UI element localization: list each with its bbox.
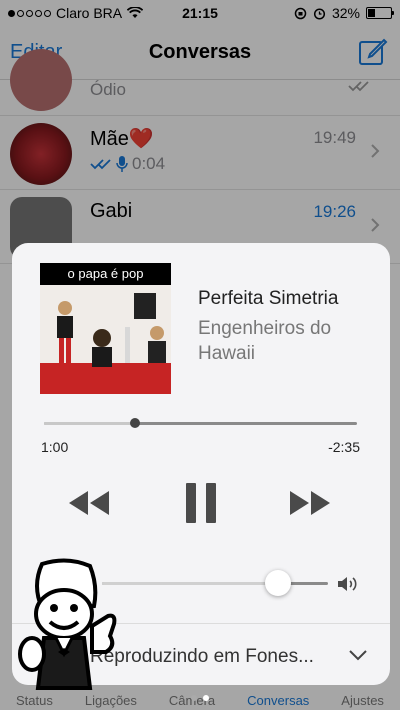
pause-icon[interactable]	[184, 483, 218, 523]
album-cover-title: o papa é pop	[67, 266, 144, 281]
audio-route-label[interactable]: Reproduzindo em Fones...	[90, 646, 314, 668]
remaining-time: -2:35	[328, 439, 360, 455]
thumbs-up-mascot-icon	[18, 558, 117, 690]
playback-scrubber[interactable]	[44, 418, 357, 428]
page-dot-active	[203, 695, 209, 701]
song-artist: Engenheiros do Hawaii	[198, 318, 332, 364]
song-title: Perfeita Simetria	[198, 288, 339, 309]
fast-forward-icon[interactable]	[288, 490, 332, 516]
volume-knob[interactable]	[265, 570, 292, 596]
scrubber-knob[interactable]	[129, 418, 140, 428]
page-dot	[191, 695, 197, 701]
elapsed-time: 1:00	[41, 439, 69, 455]
speaker-icon	[338, 577, 357, 591]
volume-slider[interactable]	[102, 570, 328, 596]
album-art[interactable]: o papa é pop	[40, 263, 171, 394]
chevron-down-icon[interactable]	[348, 649, 368, 661]
rewind-icon[interactable]	[67, 490, 111, 516]
